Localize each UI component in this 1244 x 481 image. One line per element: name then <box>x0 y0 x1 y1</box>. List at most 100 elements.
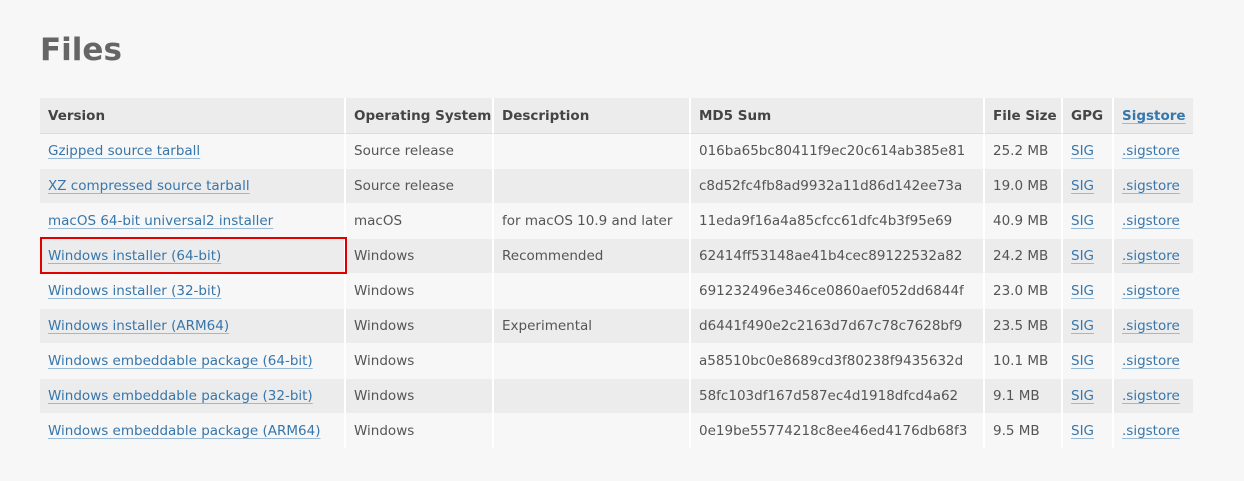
page-title: Files <box>40 32 122 68</box>
sigstore-link[interactable]: .sigstore <box>1122 213 1180 229</box>
description-cell: Recommended <box>494 239 691 274</box>
sigstore-cell: .sigstore <box>1114 414 1193 449</box>
gpg-cell: SIG <box>1063 134 1114 169</box>
md5-cell: c8d52fc4fb8ad9932a11d86d142ee73a <box>691 169 985 204</box>
gpg-sig-link[interactable]: SIG <box>1071 423 1094 439</box>
sigstore-cell: .sigstore <box>1114 169 1193 204</box>
header-description: Description <box>494 98 691 134</box>
description-cell <box>494 169 691 204</box>
md5-cell: a58510bc0e8689cd3f80238f9435632d <box>691 344 985 379</box>
size-cell: 40.9 MB <box>985 204 1063 239</box>
table-row: XZ compressed source tarball Source rele… <box>40 169 1193 204</box>
gpg-cell: SIG <box>1063 204 1114 239</box>
version-cell: macOS 64-bit universal2 installer <box>40 204 346 239</box>
os-cell: Windows <box>346 414 494 449</box>
gpg-cell: SIG <box>1063 309 1114 344</box>
download-link[interactable]: Gzipped source tarball <box>48 143 200 159</box>
size-cell: 10.1 MB <box>985 344 1063 379</box>
sigstore-link[interactable]: .sigstore <box>1122 318 1180 334</box>
gpg-sig-link[interactable]: SIG <box>1071 248 1094 264</box>
gpg-sig-link[interactable]: SIG <box>1071 283 1094 299</box>
description-cell: for macOS 10.9 and later <box>494 204 691 239</box>
description-cell: Experimental <box>494 309 691 344</box>
sigstore-link[interactable]: .sigstore <box>1122 353 1180 369</box>
sigstore-cell: .sigstore <box>1114 274 1193 309</box>
sigstore-cell: .sigstore <box>1114 239 1193 274</box>
version-cell: Windows installer (32-bit) <box>40 274 346 309</box>
md5-cell: 0e19be55774218c8ee46ed4176db68f3 <box>691 414 985 449</box>
version-cell: Windows installer (ARM64) <box>40 309 346 344</box>
gpg-sig-link[interactable]: SIG <box>1071 213 1094 229</box>
os-cell: Windows <box>346 344 494 379</box>
download-link[interactable]: Windows installer (64-bit) <box>48 248 221 264</box>
table-row: Windows installer (ARM64) Windows Experi… <box>40 309 1193 344</box>
header-operating-system: Operating System <box>346 98 494 134</box>
sigstore-link[interactable]: .sigstore <box>1122 388 1180 404</box>
os-cell: macOS <box>346 204 494 239</box>
gpg-cell: SIG <box>1063 239 1114 274</box>
sigstore-cell: .sigstore <box>1114 344 1193 379</box>
size-cell: 23.5 MB <box>985 309 1063 344</box>
os-cell: Windows <box>346 309 494 344</box>
md5-cell: d6441f490e2c2163d7d67c78c7628bf9 <box>691 309 985 344</box>
files-table: Version Operating System Description MD5… <box>40 98 1193 449</box>
gpg-cell: SIG <box>1063 274 1114 309</box>
sigstore-link[interactable]: .sigstore <box>1122 143 1180 159</box>
description-cell <box>494 379 691 414</box>
table-header-row: Version Operating System Description MD5… <box>40 98 1193 134</box>
sigstore-link[interactable]: .sigstore <box>1122 178 1180 194</box>
gpg-cell: SIG <box>1063 169 1114 204</box>
gpg-sig-link[interactable]: SIG <box>1071 353 1094 369</box>
sigstore-cell: .sigstore <box>1114 309 1193 344</box>
size-cell: 24.2 MB <box>985 239 1063 274</box>
table-row: Windows embeddable package (64-bit) Wind… <box>40 344 1193 379</box>
size-cell: 9.5 MB <box>985 414 1063 449</box>
version-cell: Gzipped source tarball <box>40 134 346 169</box>
os-cell: Windows <box>346 379 494 414</box>
gpg-cell: SIG <box>1063 414 1114 449</box>
download-link[interactable]: Windows embeddable package (ARM64) <box>48 423 320 439</box>
version-cell: Windows installer (64-bit) <box>40 239 346 274</box>
version-cell: XZ compressed source tarball <box>40 169 346 204</box>
version-cell: Windows embeddable package (32-bit) <box>40 379 346 414</box>
md5-cell: 691232496e346ce0860aef052dd6844f <box>691 274 985 309</box>
gpg-sig-link[interactable]: SIG <box>1071 143 1094 159</box>
header-gpg: GPG <box>1063 98 1114 134</box>
header-sigstore: Sigstore <box>1114 98 1193 134</box>
gpg-sig-link[interactable]: SIG <box>1071 388 1094 404</box>
sigstore-header-link[interactable]: Sigstore <box>1122 108 1186 124</box>
size-cell: 9.1 MB <box>985 379 1063 414</box>
header-file-size: File Size <box>985 98 1063 134</box>
description-cell <box>494 344 691 379</box>
table-row: Windows embeddable package (32-bit) Wind… <box>40 379 1193 414</box>
sigstore-cell: .sigstore <box>1114 379 1193 414</box>
header-version: Version <box>40 98 346 134</box>
sigstore-link[interactable]: .sigstore <box>1122 423 1180 439</box>
download-link[interactable]: Windows embeddable package (32-bit) <box>48 388 313 404</box>
os-cell: Source release <box>346 134 494 169</box>
gpg-sig-link[interactable]: SIG <box>1071 178 1094 194</box>
description-cell <box>494 414 691 449</box>
download-link[interactable]: Windows installer (32-bit) <box>48 283 221 299</box>
size-cell: 23.0 MB <box>985 274 1063 309</box>
version-cell: Windows embeddable package (ARM64) <box>40 414 346 449</box>
md5-cell: 016ba65bc80411f9ec20c614ab385e81 <box>691 134 985 169</box>
md5-cell: 58fc103df167d587ec4d1918dfcd4a62 <box>691 379 985 414</box>
download-link[interactable]: Windows embeddable package (64-bit) <box>48 353 313 369</box>
sigstore-link[interactable]: .sigstore <box>1122 248 1180 264</box>
sigstore-link[interactable]: .sigstore <box>1122 283 1180 299</box>
version-cell: Windows embeddable package (64-bit) <box>40 344 346 379</box>
os-cell: Windows <box>346 274 494 309</box>
table-row: Windows embeddable package (ARM64) Windo… <box>40 414 1193 449</box>
os-cell: Source release <box>346 169 494 204</box>
description-cell <box>494 274 691 309</box>
gpg-sig-link[interactable]: SIG <box>1071 318 1094 334</box>
sigstore-cell: .sigstore <box>1114 204 1193 239</box>
download-link[interactable]: Windows installer (ARM64) <box>48 318 229 334</box>
download-link[interactable]: XZ compressed source tarball <box>48 178 250 194</box>
table-row: Gzipped source tarball Source release 01… <box>40 134 1193 169</box>
size-cell: 25.2 MB <box>985 134 1063 169</box>
download-link[interactable]: macOS 64-bit universal2 installer <box>48 213 273 229</box>
md5-cell: 11eda9f16a4a85cfcc61dfc4b3f95e69 <box>691 204 985 239</box>
description-cell <box>494 134 691 169</box>
